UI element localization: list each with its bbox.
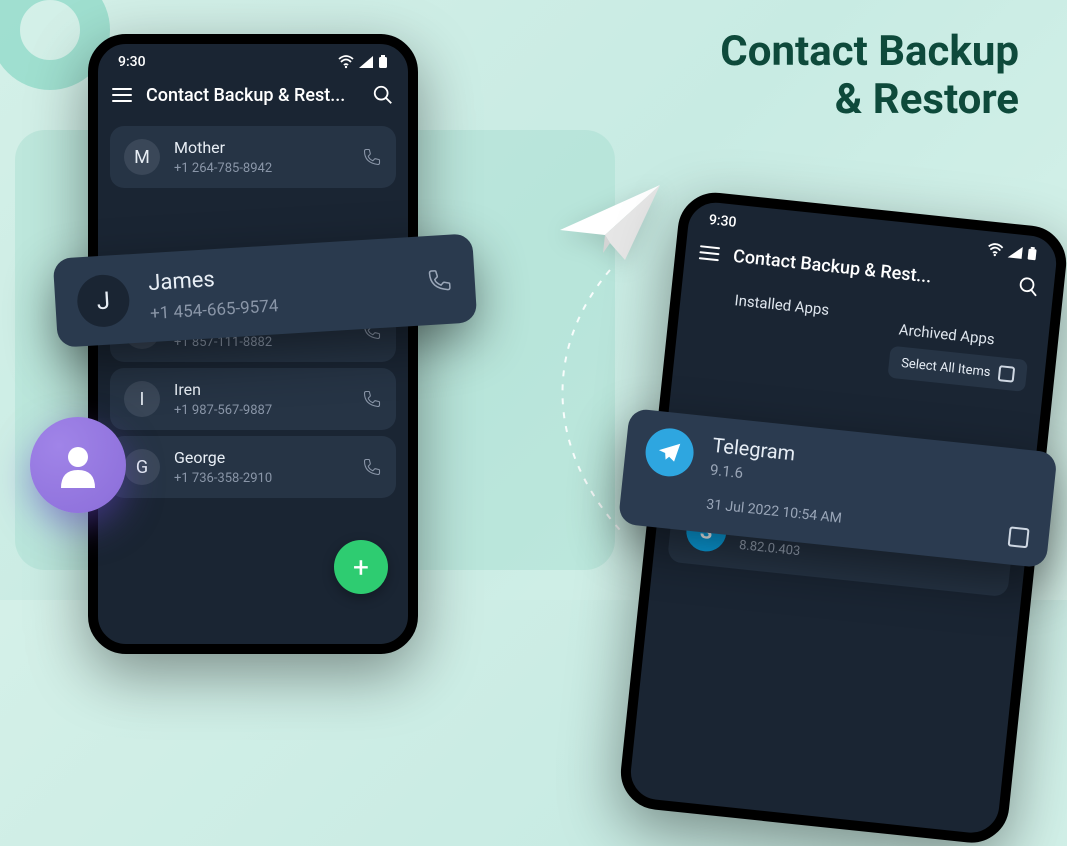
contact-row[interactable]: M Mother +1 264-785-8942 (110, 126, 396, 188)
telegram-icon (643, 426, 696, 479)
contact-phone: +1 987-567-9887 (174, 403, 348, 418)
contact-info: George +1 736-358-2910 (174, 448, 348, 486)
avatar: M (124, 139, 160, 175)
checkbox-icon (998, 365, 1016, 383)
contacts-badge (30, 417, 126, 513)
contact-name: Mother (174, 138, 348, 157)
call-icon[interactable] (362, 147, 382, 167)
call-icon[interactable] (362, 457, 382, 477)
status-bar: 9:30 (98, 44, 408, 74)
contact-name: George (174, 448, 348, 467)
menu-button[interactable] (112, 88, 132, 102)
battery-icon (378, 55, 388, 69)
call-icon[interactable] (426, 266, 454, 294)
call-icon[interactable] (362, 389, 382, 409)
signal-icon (1007, 244, 1024, 260)
paper-plane-icon (555, 175, 665, 265)
battery-icon (1026, 246, 1037, 261)
phone-mock-left: 9:30 Contact Backup & Rest... M Mother +… (88, 34, 418, 654)
contact-info: Mother +1 264-785-8942 (174, 138, 348, 176)
contact-name: Iren (174, 380, 348, 399)
contact-phone: +1 736-358-2910 (174, 471, 348, 486)
status-icons (987, 242, 1038, 261)
app-header: Contact Backup & Rest... (98, 74, 408, 120)
contact-phone: +1 264-785-8942 (174, 161, 348, 176)
avatar: G (124, 449, 160, 485)
signal-icon (358, 55, 374, 69)
wifi-icon (338, 55, 354, 69)
contact-info: Iren +1 987-567-9887 (174, 380, 348, 418)
app-date: 31 Jul 2022 10:54 AM (705, 497, 842, 527)
search-icon[interactable] (372, 84, 394, 106)
avatar: I (124, 381, 160, 417)
menu-button[interactable] (699, 245, 720, 261)
person-icon (53, 440, 103, 490)
contact-row[interactable]: I Iren +1 987-567-9887 (110, 368, 396, 430)
promo-line-1: Contact Backup (720, 28, 1019, 76)
add-contact-fab[interactable]: + (334, 540, 388, 594)
promo-title: Contact Backup & Restore (720, 28, 1019, 125)
wifi-icon (987, 242, 1004, 258)
search-icon[interactable] (1017, 275, 1041, 299)
status-time: 9:30 (118, 54, 146, 70)
avatar: J (76, 273, 131, 328)
status-icons (338, 55, 388, 69)
app-title: Contact Backup & Rest... (146, 85, 358, 106)
checkbox-icon[interactable] (1008, 526, 1030, 548)
contact-info: James +1 454-665-9574 (148, 255, 409, 324)
promo-line-2: & Restore (720, 76, 1019, 124)
select-all-label: Select All Items (900, 355, 991, 379)
contact-row[interactable]: G George +1 736-358-2910 (110, 436, 396, 498)
status-time: 9:30 (708, 212, 737, 231)
